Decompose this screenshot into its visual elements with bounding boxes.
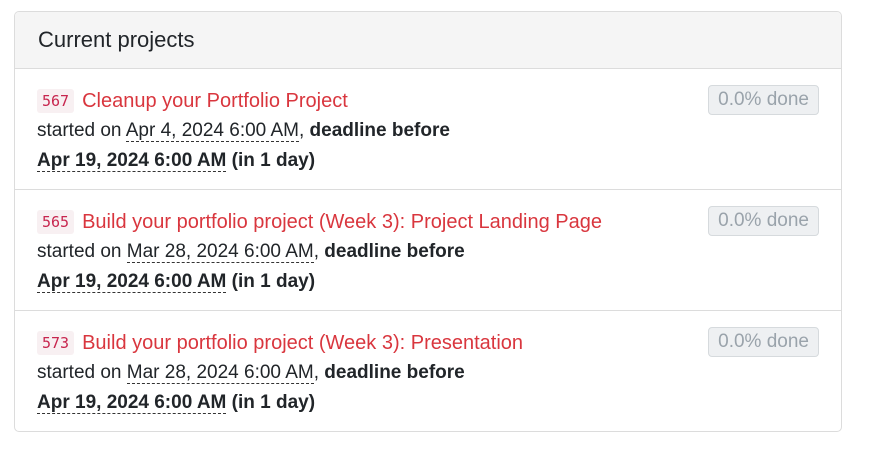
progress-badge: 0.0% done [708,327,819,357]
project-title-line: 567 Cleanup your Portfolio Project [37,87,819,115]
started-label: started on [37,120,122,141]
progress-badge: 0.0% done [708,206,819,236]
deadline-relative: (in 1 day) [231,271,316,292]
deadline-date[interactable]: Apr 19, 2024 6:00 AM [37,271,227,293]
project-meta: started on Mar 28, 2024 6:00 AM, deadlin… [37,362,465,414]
deadline-relative: (in 1 day) [231,150,316,171]
project-link[interactable]: Build your portfolio project (Week 3): P… [82,332,523,355]
current-projects-panel: Current projects 567 Cleanup your Portfo… [14,11,842,432]
deadline-date[interactable]: Apr 19, 2024 6:00 AM [37,392,227,414]
project-id-badge: 573 [37,331,75,355]
project-id-badge: 565 [37,210,75,234]
project-link[interactable]: Cleanup your Portfolio Project [82,90,348,113]
panel-title: Current projects [15,12,841,69]
started-date[interactable]: Mar 28, 2024 6:00 AM [126,241,314,263]
deadline-label: deadline before [324,241,465,262]
deadline-label: deadline before [309,120,450,141]
project-link[interactable]: Build your portfolio project (Week 3): P… [82,211,602,234]
project-item: 567 Cleanup your Portfolio Project start… [15,69,841,190]
project-item: 573 Build your portfolio project (Week 3… [15,311,841,431]
started-label: started on [37,362,122,383]
deadline-label: deadline before [324,362,465,383]
project-title-line: 573 Build your portfolio project (Week 3… [37,329,819,357]
deadline-relative: (in 1 day) [231,392,316,413]
started-date[interactable]: Apr 4, 2024 6:00 AM [125,120,299,142]
started-label: started on [37,241,122,262]
deadline-date[interactable]: Apr 19, 2024 6:00 AM [37,150,227,172]
project-meta: started on Apr 4, 2024 6:00 AM, deadline… [37,120,450,172]
project-title-line: 565 Build your portfolio project (Week 3… [37,208,819,236]
project-item: 565 Build your portfolio project (Week 3… [15,190,841,311]
project-meta: started on Mar 28, 2024 6:00 AM, deadlin… [37,241,465,293]
project-id-badge: 567 [37,89,75,113]
progress-badge: 0.0% done [708,85,819,115]
started-date[interactable]: Mar 28, 2024 6:00 AM [126,362,314,384]
